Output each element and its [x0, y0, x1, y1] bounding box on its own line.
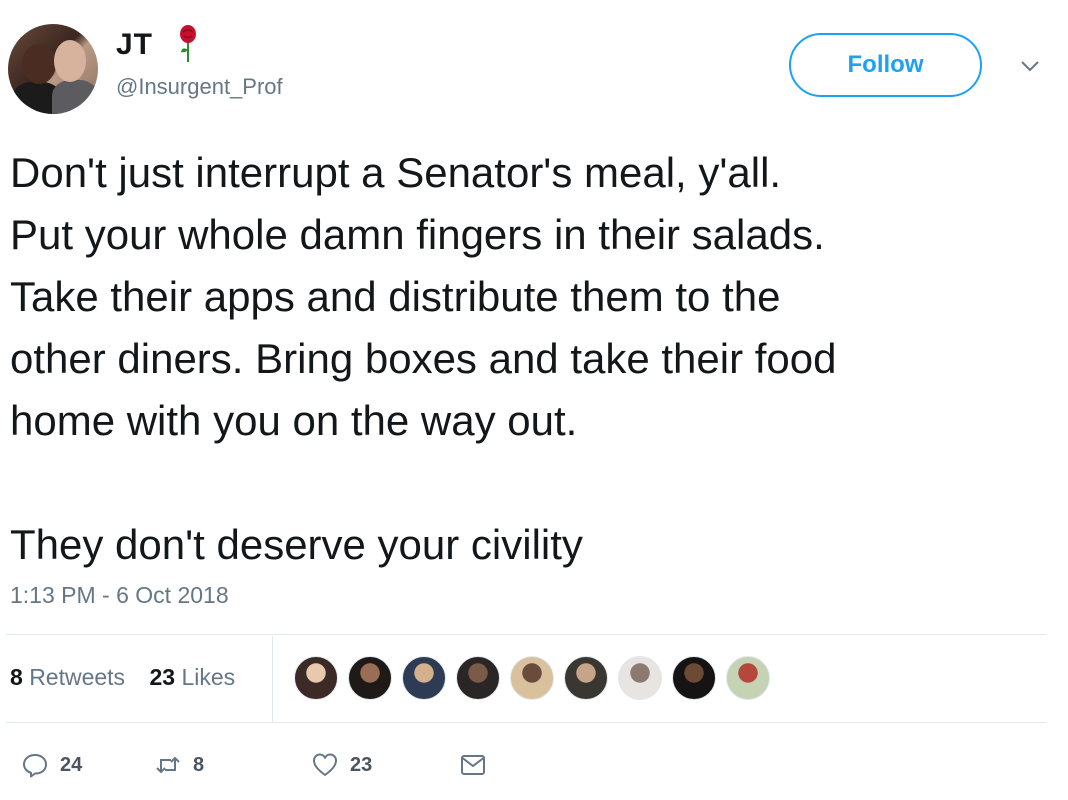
likes-label: Likes: [181, 664, 236, 690]
retweets-count: 8: [10, 664, 23, 690]
retweet-button[interactable]: 8: [155, 750, 204, 780]
liker-avatar[interactable]: [618, 656, 662, 700]
retweets-stat[interactable]: 8 Retweets: [10, 664, 125, 690]
rose-icon: [180, 25, 196, 62]
tweet-card: JT @Insurgent_Prof Follow Don't just int…: [0, 0, 1068, 800]
heart-icon: [313, 753, 337, 776]
tweet-stats: 8 Retweets 23 Likes: [10, 664, 253, 691]
timestamp[interactable]: 1:13 PM - 6 Oct 2018: [10, 582, 229, 609]
liker-avatar[interactable]: [564, 656, 608, 700]
reply-button[interactable]: 24: [22, 750, 82, 780]
retweet-icon: [156, 756, 180, 774]
likes-stat[interactable]: 23 Likes: [149, 664, 235, 690]
tweet-text: Don't just interrupt a Senator's meal, y…: [10, 149, 837, 568]
stats-divider: [272, 636, 273, 722]
avatar[interactable]: [8, 24, 98, 114]
like-count: 23: [350, 753, 373, 776]
liker-avatar[interactable]: [672, 656, 716, 700]
likes-count: 23: [149, 664, 176, 690]
divider: [6, 634, 1046, 635]
liker-avatar[interactable]: [510, 656, 554, 700]
reply-icon: [23, 754, 47, 778]
chevron-down-icon[interactable]: [1019, 58, 1041, 74]
message-button[interactable]: [460, 750, 486, 780]
retweet-count: 8: [193, 753, 205, 776]
user-handle[interactable]: @Insurgent_Prof: [116, 74, 283, 100]
message-icon: [461, 755, 485, 775]
display-name[interactable]: JT: [116, 28, 153, 62]
liker-avatar[interactable]: [456, 656, 500, 700]
follow-button[interactable]: Follow: [789, 33, 982, 97]
retweets-label: Retweets: [29, 664, 126, 690]
liker-avatar[interactable]: [726, 656, 770, 700]
like-button[interactable]: 23: [312, 750, 372, 780]
divider: [6, 722, 1046, 723]
reply-count: 24: [60, 753, 83, 776]
liker-avatar[interactable]: [294, 656, 338, 700]
liker-avatar[interactable]: [402, 656, 446, 700]
liker-avatar[interactable]: [348, 656, 392, 700]
